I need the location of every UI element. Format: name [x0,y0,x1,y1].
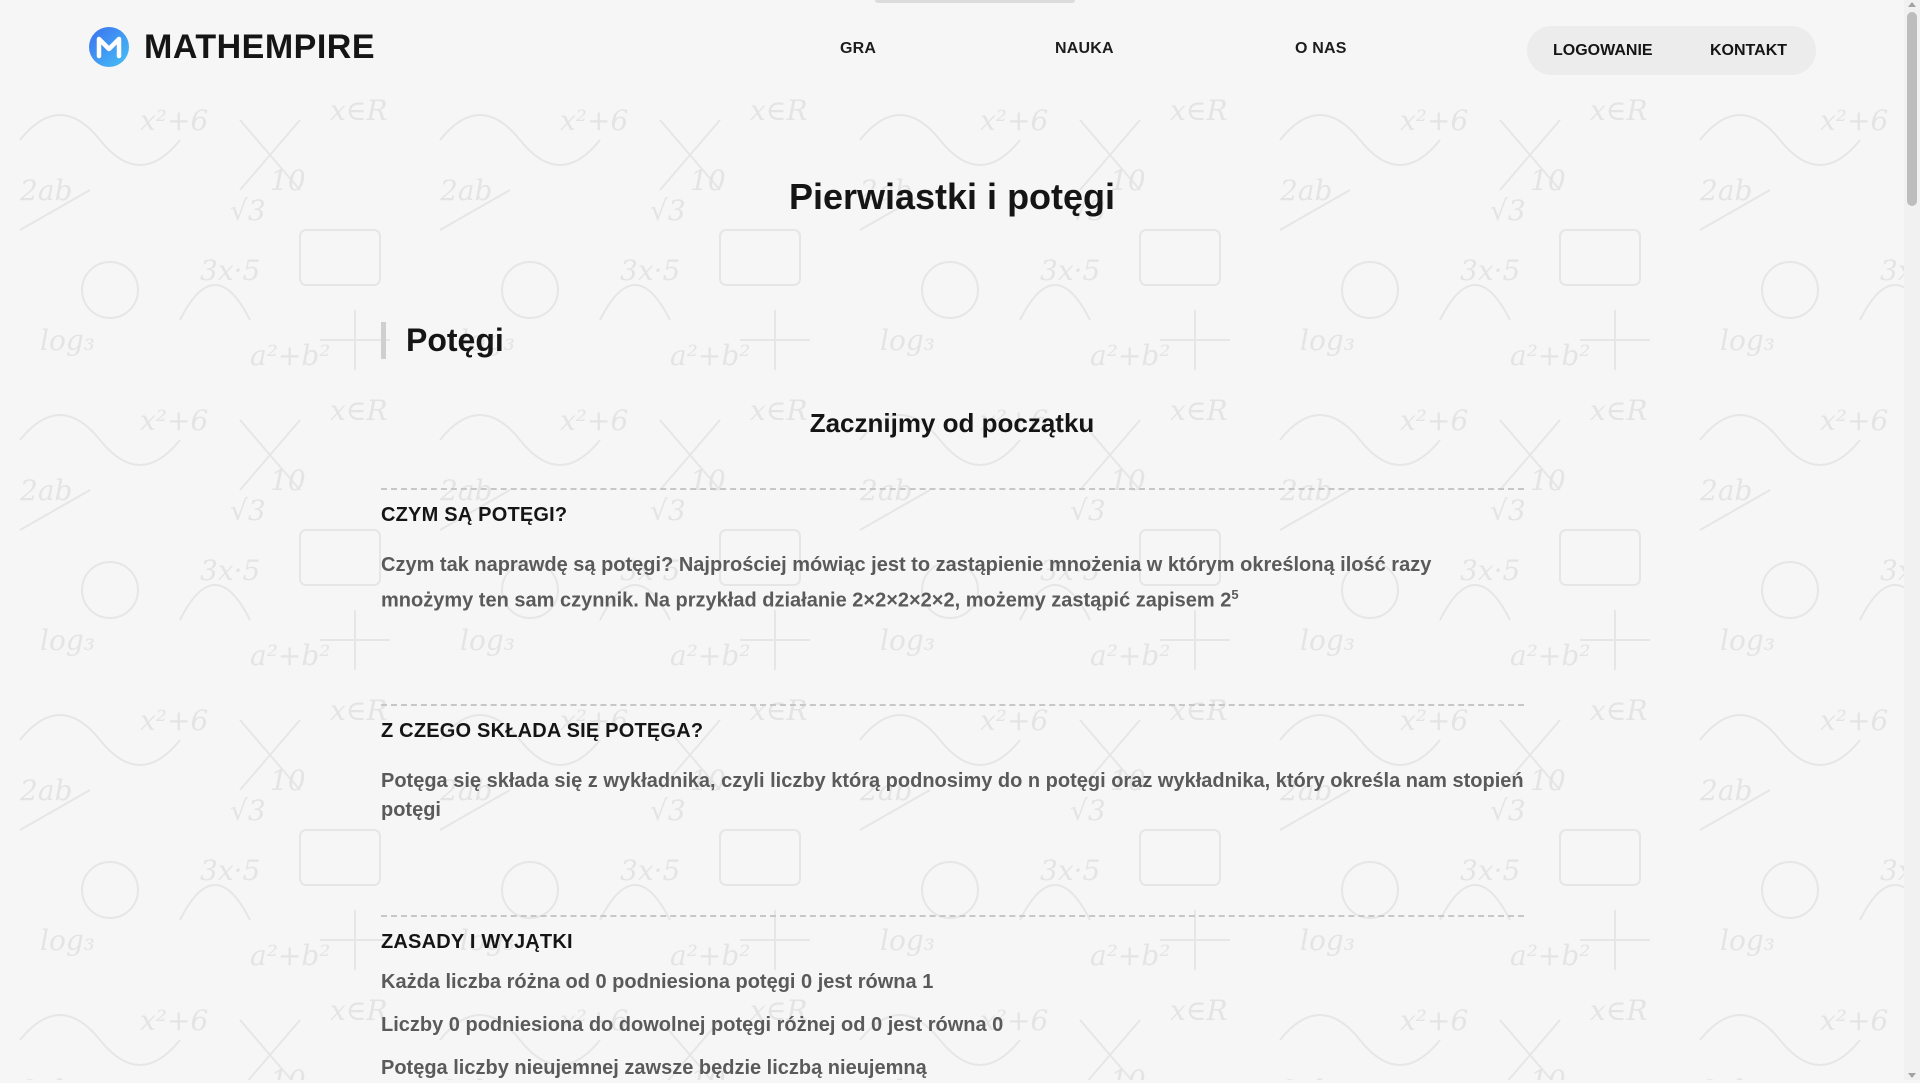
block-text: Potęga się składa się z wykładnika, czyl… [381,770,1524,821]
nav-nauka[interactable]: NAUKA [1055,40,1114,58]
brand-logo[interactable]: MATHEMPIRE [88,26,375,68]
page-title: Pierwiastki i potęgi [788,176,1116,217]
intro-heading: Zacznijmy od początku [809,408,1095,438]
divider [381,915,1524,917]
rule-item: Potęga liczby nieujemnej zawsze będzie l… [381,1057,927,1079]
content-block-power-parts: Z CZEGO SKŁADA SIĘ POTĘGA? Potęga się sk… [381,704,1524,825]
divider [381,704,1524,706]
contact-button[interactable]: KONTAKT [1710,42,1787,60]
content-block-rules: ZASADY I WYJĄTKI Każda liczba różna od 0… [381,915,1524,1083]
nav-gra[interactable]: GRA [840,40,876,58]
login-button[interactable]: LOGOWANIE [1553,42,1653,60]
rule-item: Każda liczba różna od 0 podniesiona potę… [381,971,934,993]
top-indicator [875,0,1075,3]
rule-item: Liczby 0 podniesiona do dowolnej potęgi … [381,1014,1004,1036]
section-title: Potęgi [381,322,504,359]
nav-o-nas[interactable]: O NAS [1295,40,1347,58]
block-heading: CZYM SĄ POTĘGI? [381,504,568,526]
brand-name: MATHEMPIRE [144,27,376,66]
m-logo-icon [89,27,129,67]
scrollbar-thumb[interactable] [1907,12,1917,206]
page-scrollbar[interactable] [1904,0,1920,1080]
scroll-up-arrow-icon[interactable] [1908,2,1916,7]
exponent: 5 [1231,587,1239,602]
divider [381,488,1524,490]
content-block-what-are-powers: CZYM SĄ POTĘGI? Czym tak naprawdę są pot… [381,488,1524,616]
block-heading: Z CZEGO SKŁADA SIĘ POTĘGA? [381,720,704,742]
scroll-down-arrow-icon[interactable] [1908,1073,1916,1078]
auth-pill: LOGOWANIE KONTAKT [1527,26,1816,75]
block-heading: ZASADY I WYJĄTKI [381,931,573,953]
block-text-body: Czym tak naprawdę są potęgi? Najprościej… [381,554,1432,612]
block-text: Czym tak naprawdę są potęgi? Najprościej… [381,551,1524,616]
site-header: MATHEMPIRE GRA NAUKA O NAS LOGOWANIE KON… [0,0,1904,100]
